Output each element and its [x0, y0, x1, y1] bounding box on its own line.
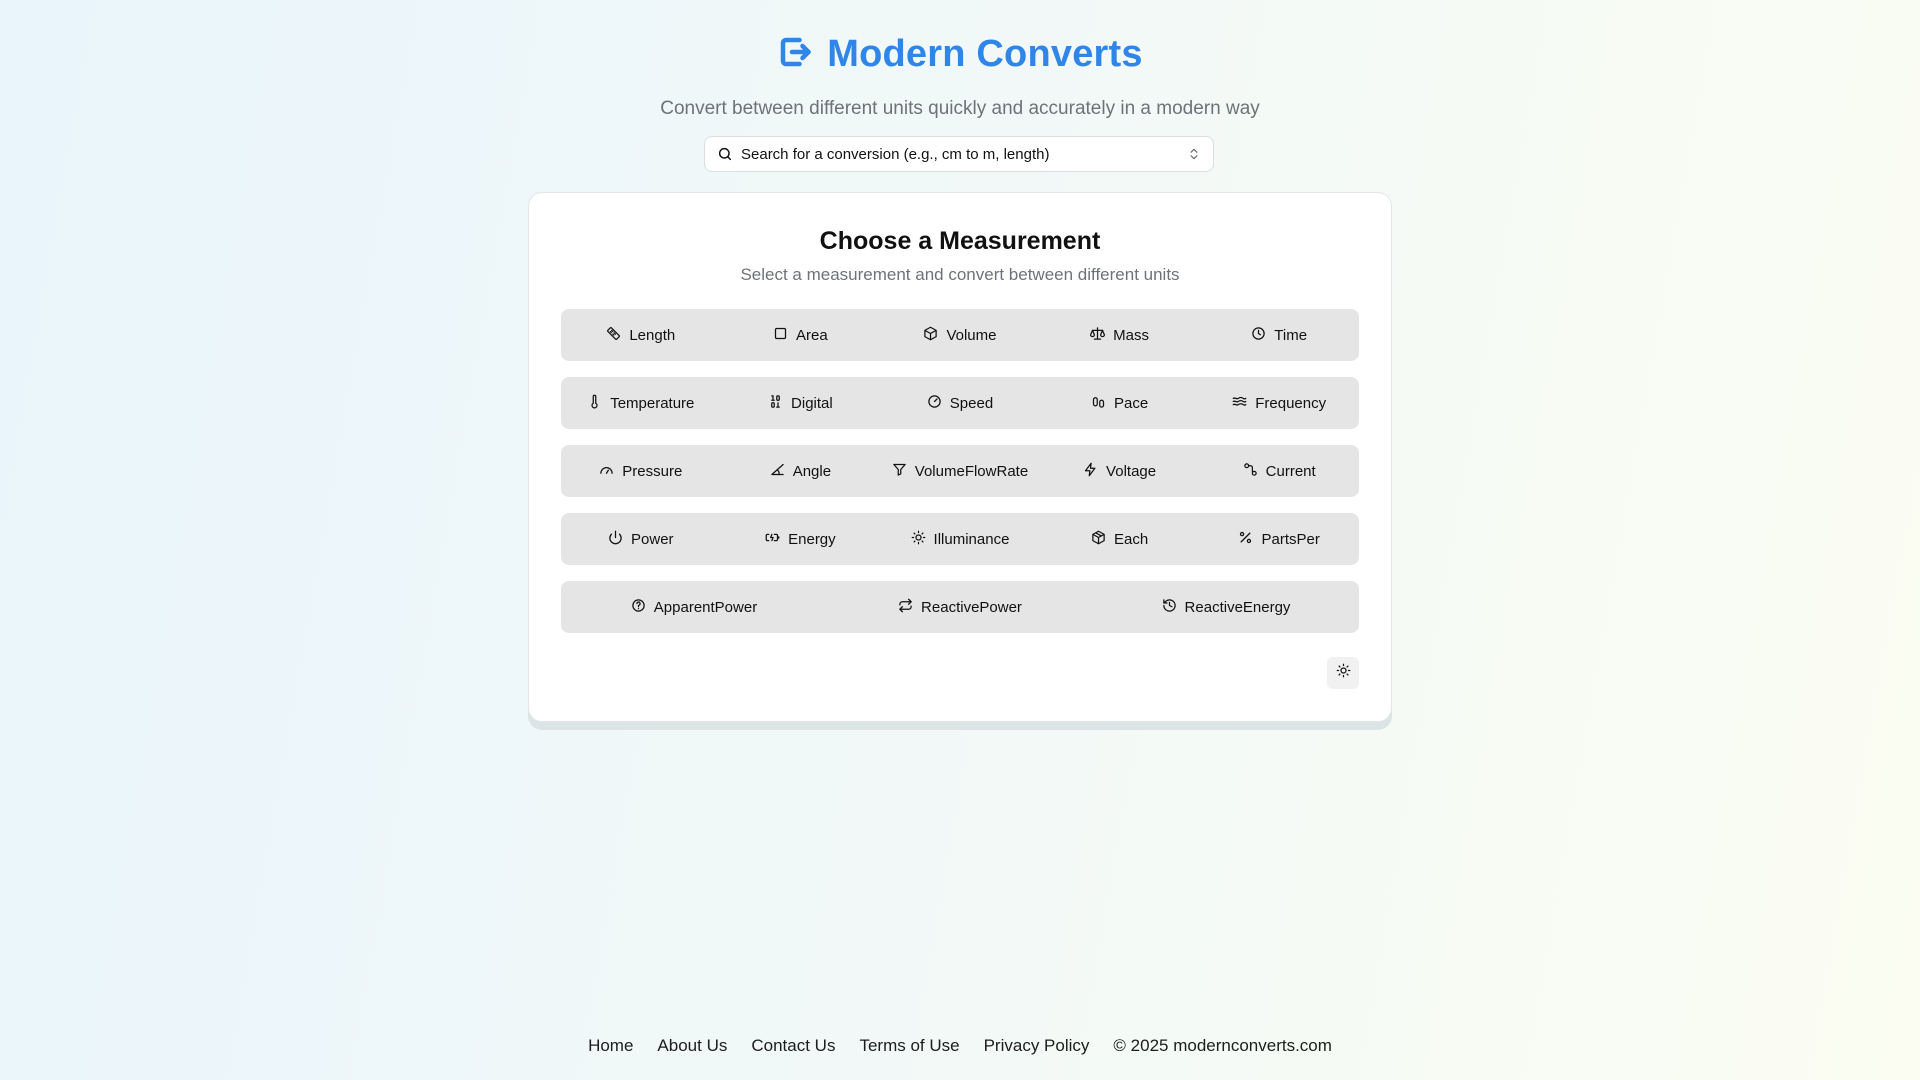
measurement-power-button[interactable]: Power [561, 513, 721, 565]
measurement-mass-button[interactable]: Mass [1040, 309, 1200, 361]
measurement-reactiveenergy-button[interactable]: ReactiveEnergy [1093, 581, 1359, 633]
measurement-card: Choose a Measurement Select a measuremen… [528, 192, 1392, 722]
box-icon [923, 326, 938, 345]
footer-link-privacy[interactable]: Privacy Policy [984, 1036, 1090, 1056]
package-icon [1091, 530, 1106, 549]
history-icon [1162, 598, 1177, 617]
measurement-row: Temperature Digital Speed Pace Frequency [561, 377, 1359, 429]
measurement-volume-button[interactable]: Volume [880, 309, 1040, 361]
measurement-area-button[interactable]: Area [721, 309, 881, 361]
sun-icon [911, 530, 926, 549]
measurement-length-button[interactable]: Length [561, 309, 721, 361]
ruler-icon [606, 326, 621, 345]
square-icon [773, 326, 788, 345]
waves-icon [1232, 394, 1247, 413]
logo-icon [777, 34, 813, 75]
power-icon [608, 530, 623, 549]
search-input[interactable]: Search for a conversion (e.g., cm to m, … [704, 136, 1214, 172]
chevrons-up-down-icon[interactable] [1187, 147, 1201, 161]
measurement-row: Length Area Volume Mass Time [561, 309, 1359, 361]
percent-icon [1238, 530, 1253, 549]
page-subtitle: Convert between different units quickly … [660, 98, 1260, 119]
theme-toggle-button[interactable] [1327, 657, 1359, 689]
measurement-each-button[interactable]: Each [1040, 513, 1200, 565]
measurement-frequency-button[interactable]: Frequency [1199, 377, 1359, 429]
header: Modern Converts Convert between differen… [0, 30, 1920, 120]
binary-icon [768, 394, 783, 413]
measurement-reactivepower-button[interactable]: ReactivePower [827, 581, 1093, 633]
thermometer-icon [587, 394, 602, 413]
card-subtitle: Select a measurement and convert between… [740, 265, 1180, 284]
help-circle-icon [631, 598, 646, 617]
measurement-partsper-button[interactable]: PartsPer [1199, 513, 1359, 565]
footer-link-terms[interactable]: Terms of Use [859, 1036, 959, 1056]
search-placeholder: Search for a conversion (e.g., cm to m, … [741, 145, 1050, 163]
measurement-row: ApparentPower ReactivePower ReactiveEner… [561, 581, 1359, 633]
dial-icon [599, 462, 614, 481]
measurement-voltage-button[interactable]: Voltage [1040, 445, 1200, 497]
measurement-current-button[interactable]: Current [1199, 445, 1359, 497]
search-icon [717, 146, 733, 162]
filter-icon [892, 462, 907, 481]
page-title: Modern Converts [827, 32, 1143, 75]
measurement-illuminance-button[interactable]: Illuminance [880, 513, 1040, 565]
measurement-energy-button[interactable]: Energy [721, 513, 881, 565]
footer-link-about[interactable]: About Us [657, 1036, 727, 1056]
measurement-temperature-button[interactable]: Temperature [561, 377, 721, 429]
scale-icon [1090, 326, 1106, 345]
battery-icon [765, 530, 780, 549]
measurement-digital-button[interactable]: Digital [721, 377, 881, 429]
clock-icon [1251, 326, 1266, 345]
measurement-pace-button[interactable]: Pace [1040, 377, 1200, 429]
gauge-icon [927, 394, 942, 413]
measurement-speed-button[interactable]: Speed [880, 377, 1040, 429]
footprints-icon [1091, 394, 1106, 413]
sun-icon [1336, 663, 1351, 683]
brand[interactable]: Modern Converts [0, 30, 1920, 78]
repeat-icon [898, 598, 913, 617]
measurement-volumeflowrate-button[interactable]: VolumeFlowRate [880, 445, 1040, 497]
circuit-icon [1243, 462, 1258, 481]
measurement-apparentpower-button[interactable]: ApparentPower [561, 581, 827, 633]
angle-icon [770, 462, 785, 481]
measurement-pressure-button[interactable]: Pressure [561, 445, 721, 497]
footer-link-contact[interactable]: Contact Us [751, 1036, 835, 1056]
card-title: Choose a Measurement [819, 227, 1101, 255]
measurement-row: Pressure Angle VolumeFlowRate Voltage Cu… [561, 445, 1359, 497]
footer-copyright: © 2025 modernconverts.com [1113, 1036, 1332, 1055]
measurement-time-button[interactable]: Time [1199, 309, 1359, 361]
zap-icon [1083, 462, 1098, 481]
footer: Home About Us Contact Us Terms of Use Pr… [0, 1036, 1920, 1056]
measurement-row: Power Energy Illuminance Each PartsPer [561, 513, 1359, 565]
footer-link-home[interactable]: Home [588, 1036, 633, 1056]
measurement-angle-button[interactable]: Angle [721, 445, 881, 497]
